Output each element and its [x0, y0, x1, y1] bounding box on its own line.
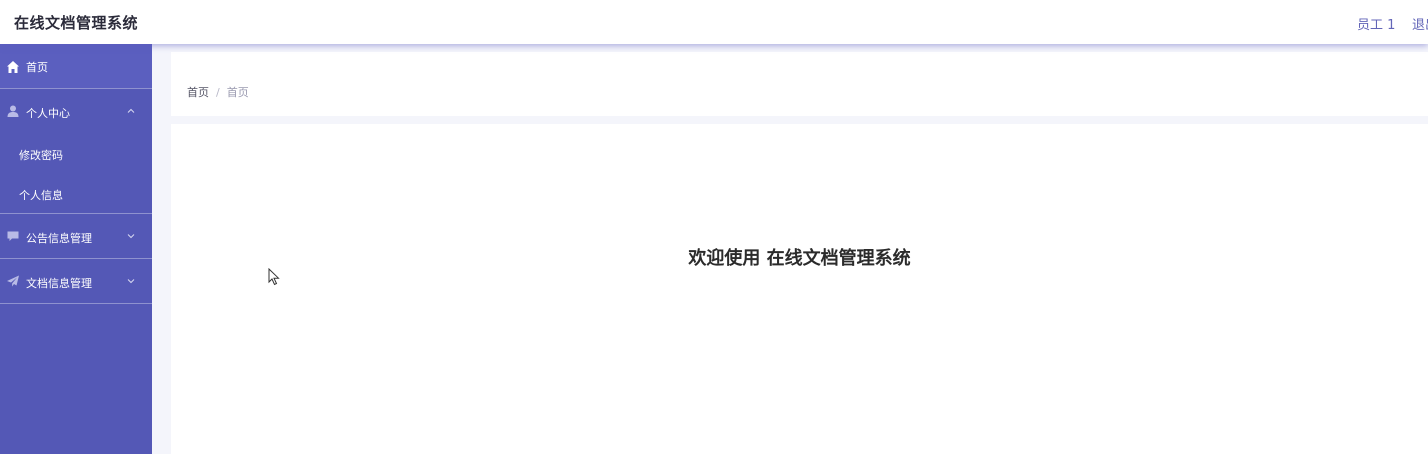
sidebar-divider [0, 303, 152, 304]
sidebar-item-personal-center[interactable]: 个人中心 [0, 89, 152, 133]
chevron-up-icon [127, 108, 135, 113]
sidebar-item-home-label: 首页 [26, 61, 48, 74]
sidebar-item-change-password[interactable]: 修改密码 [0, 133, 152, 173]
breadcrumb-panel: 首页 / 首页 [171, 52, 1428, 116]
logout-link[interactable]: 退出登录 [1412, 14, 1428, 33]
breadcrumb: 首页 / 首页 [187, 84, 249, 100]
chevron-down-icon [127, 279, 135, 284]
sidebar-item-personal-center-label: 个人中心 [26, 107, 70, 120]
chevron-down-icon [127, 234, 135, 239]
sidebar-item-notice-management-label: 公告信息管理 [26, 232, 92, 245]
app-title: 在线文档管理系统 [14, 14, 139, 32]
home-icon [7, 61, 19, 73]
sidebar-item-notice-management[interactable]: 公告信息管理 [0, 214, 152, 258]
current-user-label[interactable]: 员工 1 [1357, 14, 1395, 33]
mouse-cursor-icon [268, 268, 280, 286]
sidebar-item-home[interactable]: 首页 [0, 44, 152, 88]
top-header: 在线文档管理系统 员工 1 退出登录 [0, 0, 1428, 44]
main-area: 首页 / 首页 欢迎使用 在线文档管理系统 [152, 44, 1428, 454]
sidebar-item-document-management[interactable]: 文档信息管理 [0, 259, 152, 303]
user-icon [7, 105, 19, 117]
sidebar-item-personal-info[interactable]: 个人信息 [0, 173, 152, 213]
paper-plane-icon [7, 275, 19, 287]
welcome-message: 欢迎使用 在线文档管理系统 [688, 248, 911, 269]
message-icon [7, 231, 19, 241]
sidebar-item-personal-info-label: 个人信息 [19, 189, 63, 202]
breadcrumb-separator: / [216, 86, 220, 99]
sidebar-item-document-management-label: 文档信息管理 [26, 277, 92, 290]
sidebar-item-change-password-label: 修改密码 [19, 149, 63, 162]
breadcrumb-home-link[interactable]: 首页 [187, 86, 209, 99]
breadcrumb-current: 首页 [226, 86, 249, 99]
sidebar-menu: 首页 个人中心 修改密码 个人信息 公告信息管理 文档信息管理 [0, 44, 152, 454]
content-panel [171, 124, 1428, 454]
